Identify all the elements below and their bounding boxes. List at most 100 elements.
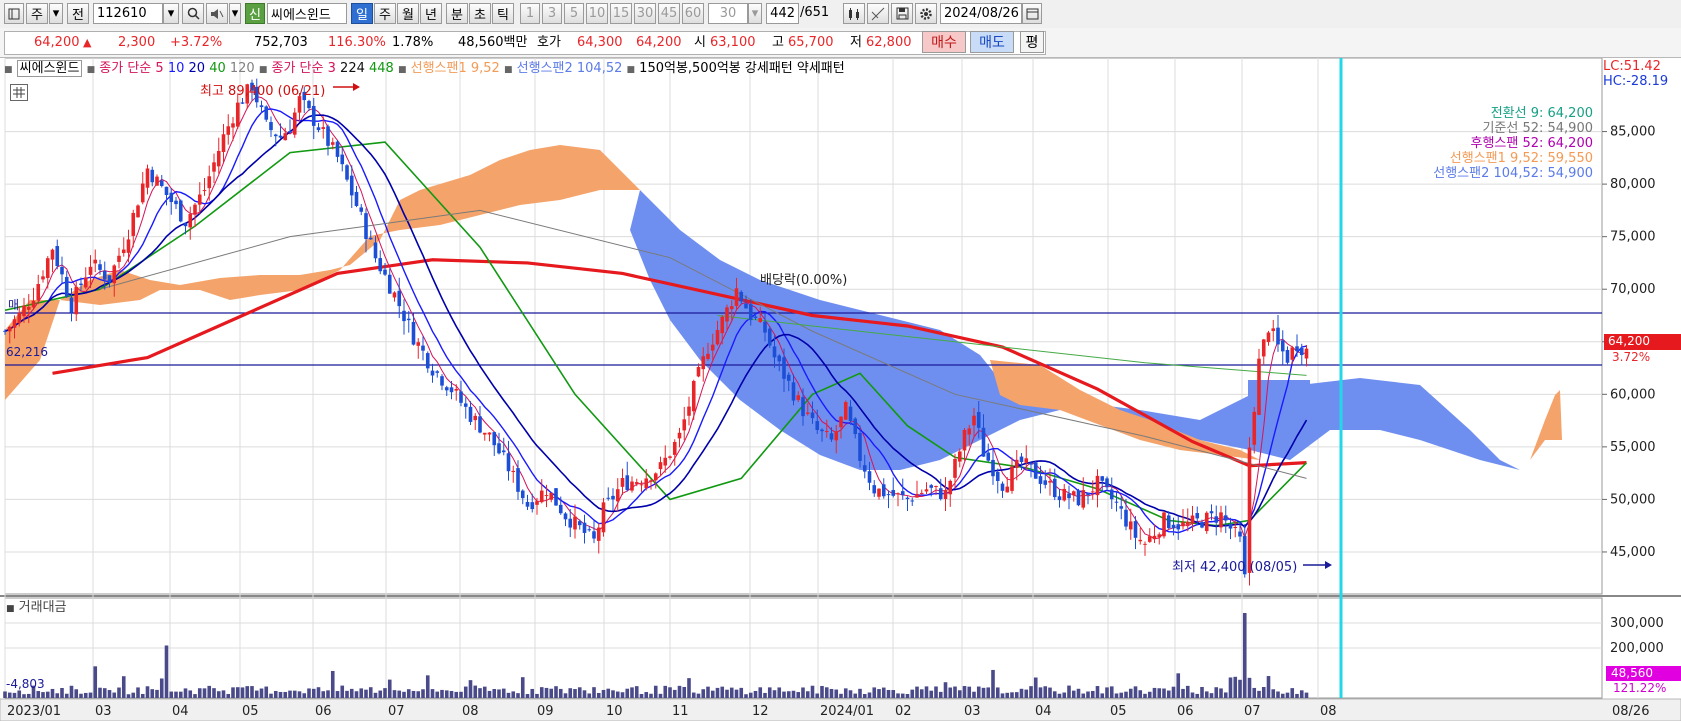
legend-ma2-label[interactable]: 종가 단순	[272, 61, 324, 76]
candle-body	[131, 212, 136, 236]
volume-bar	[872, 687, 877, 698]
candle-body	[468, 406, 473, 422]
legend-pattern[interactable]: 150억봉,500억봉 강세패턴	[639, 61, 793, 76]
candle-body	[240, 102, 245, 104]
candle-body	[1052, 478, 1057, 498]
interval-5-button[interactable]: 5	[564, 3, 584, 24]
volume-bar	[1024, 689, 1029, 698]
legend-ma-label[interactable]: 종가 단순	[99, 61, 151, 76]
stock-chart[interactable]: 45,00050,00055,00060,00065,00070,00075,0…	[0, 58, 1681, 721]
candle-body	[330, 142, 335, 145]
interval-10-button[interactable]: 10	[586, 3, 608, 24]
speaker-dropdown-chevron-icon[interactable]: ▾	[229, 3, 241, 24]
stock-name-field[interactable]: 씨에스윈드	[267, 3, 347, 24]
volume-bar	[801, 687, 805, 698]
table-toggle-icon[interactable]	[10, 84, 28, 101]
period-week-button[interactable]: 주	[374, 3, 396, 24]
interval-1-button[interactable]: 1	[520, 3, 540, 24]
candle-body	[558, 504, 563, 514]
candle-body	[763, 321, 767, 333]
interval-45-button[interactable]: 45	[658, 3, 680, 24]
candle-body	[853, 418, 858, 435]
period-day-button[interactable]: 일	[351, 3, 373, 24]
legend-weak[interactable]: 약세패턴	[797, 61, 845, 76]
period-second-button[interactable]: 초	[469, 3, 491, 24]
candle-body	[1119, 506, 1124, 509]
period-month-button[interactable]: 월	[397, 3, 419, 24]
date-tick-label: 07	[388, 704, 405, 719]
candle-body	[549, 492, 554, 500]
prev-button[interactable]: 전	[67, 3, 89, 24]
buy-button[interactable]: 매수	[922, 31, 966, 53]
candle-body	[22, 305, 26, 317]
volume-bar	[1100, 693, 1105, 698]
legend-stock-name[interactable]: 씨에스윈드	[16, 60, 83, 77]
panel-toggle-icon[interactable]	[4, 3, 24, 24]
volume-bar	[497, 689, 501, 698]
interval-select[interactable]: 30	[708, 3, 748, 24]
interval-60-button[interactable]: 60	[682, 3, 704, 24]
period-tick-button[interactable]: 틱	[492, 3, 514, 24]
interval-30-button[interactable]: 30	[634, 3, 656, 24]
gear-icon[interactable]	[915, 3, 937, 24]
volume-bar	[12, 692, 17, 698]
candle-body	[1190, 515, 1195, 524]
date-tick-label: 05	[242, 704, 259, 719]
candle-body	[1100, 476, 1105, 481]
date-tick-label: 2024/01	[820, 704, 874, 719]
volume-bar	[530, 688, 535, 698]
legend-span1[interactable]: 선행스팬1 9,52	[411, 61, 500, 76]
crosshair-icon[interactable]	[867, 3, 889, 24]
candle-body	[1081, 490, 1086, 508]
period-minute-button[interactable]: 분	[446, 3, 468, 24]
volume-bar	[791, 690, 796, 698]
stock-code-input[interactable]: 112610	[93, 3, 163, 24]
search-icon[interactable]	[182, 3, 204, 24]
candle-body	[340, 154, 345, 165]
volume-bar	[335, 691, 340, 698]
volume-bar	[687, 678, 691, 698]
legend-ma2-3: 3	[327, 61, 336, 76]
calendar-icon[interactable]	[1022, 3, 1042, 24]
candle-body	[221, 134, 226, 152]
date-input[interactable]: 2024/08/26	[940, 3, 1022, 24]
stock-code-dropdown-chevron-icon[interactable]: ▾	[163, 3, 179, 24]
candle-body	[1000, 483, 1005, 491]
eval-button[interactable]: 평	[1020, 31, 1044, 53]
volume-bar	[862, 693, 867, 698]
interval-3-button[interactable]: 3	[542, 3, 562, 24]
type-dropdown-chevron-icon[interactable]: ▾	[49, 3, 63, 24]
save-icon[interactable]	[891, 3, 913, 24]
price-tick-label: 70,000	[1610, 282, 1656, 297]
interval-dropdown-chevron-icon[interactable]: ▾	[748, 3, 762, 24]
speaker-icon[interactable]	[206, 3, 228, 24]
trade-amount: 48,560백만	[458, 35, 528, 50]
candle-body	[1209, 511, 1214, 514]
legend-ma-40: 40	[209, 61, 226, 76]
type-button[interactable]: 주	[26, 3, 48, 24]
volume-bar	[506, 692, 511, 698]
count-input[interactable]: 442	[766, 3, 799, 24]
volume-bar	[967, 686, 972, 698]
sell-button[interactable]: 매도	[970, 31, 1014, 53]
open-label: 시	[694, 35, 706, 50]
volume-bar	[615, 691, 620, 698]
candle-body	[288, 131, 292, 133]
candle-type-icon[interactable]	[843, 3, 865, 24]
period-year-button[interactable]: 년	[420, 3, 442, 24]
candle-body	[1057, 496, 1062, 501]
candle-body	[706, 353, 710, 359]
volume-bar	[197, 688, 202, 698]
date-tick-label: 07	[1244, 704, 1261, 719]
candle-body	[1152, 535, 1157, 540]
volume-bar	[79, 693, 83, 698]
candle-body	[383, 269, 387, 275]
count-total: /651	[800, 5, 830, 20]
volume-bar	[877, 689, 881, 698]
legend-span2[interactable]: 선행스팬2 104,52	[517, 61, 623, 76]
candle-body	[915, 493, 919, 498]
volume-panel-title[interactable]: ■ 거래대금	[6, 596, 67, 615]
interval-15-button[interactable]: 15	[610, 3, 632, 24]
volume-bar	[1209, 693, 1214, 698]
candle-body	[478, 416, 482, 433]
